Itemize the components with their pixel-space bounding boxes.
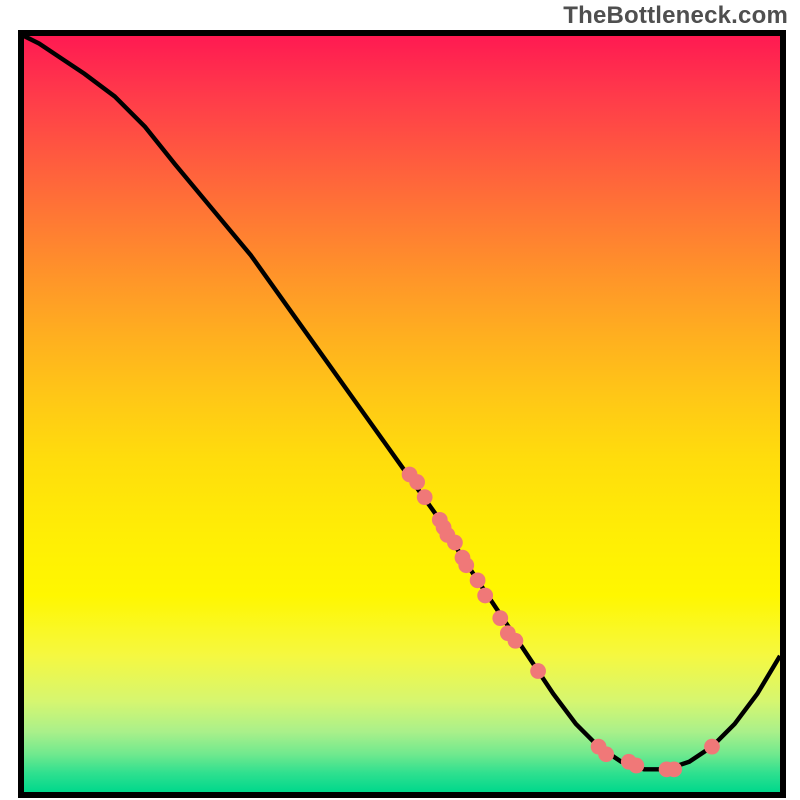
chart-area: [18, 30, 786, 798]
data-point: [704, 739, 720, 755]
data-point: [477, 588, 493, 604]
data-point: [417, 489, 433, 505]
attribution-label: TheBottleneck.com: [563, 2, 788, 30]
data-point: [508, 633, 524, 649]
bottleneck-curve: [24, 36, 780, 769]
data-point: [458, 557, 474, 573]
data-point: [598, 746, 614, 762]
data-point: [492, 610, 508, 626]
data-point: [447, 535, 463, 551]
chart-svg: [24, 36, 780, 792]
data-point: [470, 572, 486, 588]
data-point: [628, 758, 644, 774]
data-point: [530, 663, 546, 679]
data-point: [409, 474, 425, 490]
data-point: [666, 761, 682, 777]
data-points: [402, 467, 720, 778]
